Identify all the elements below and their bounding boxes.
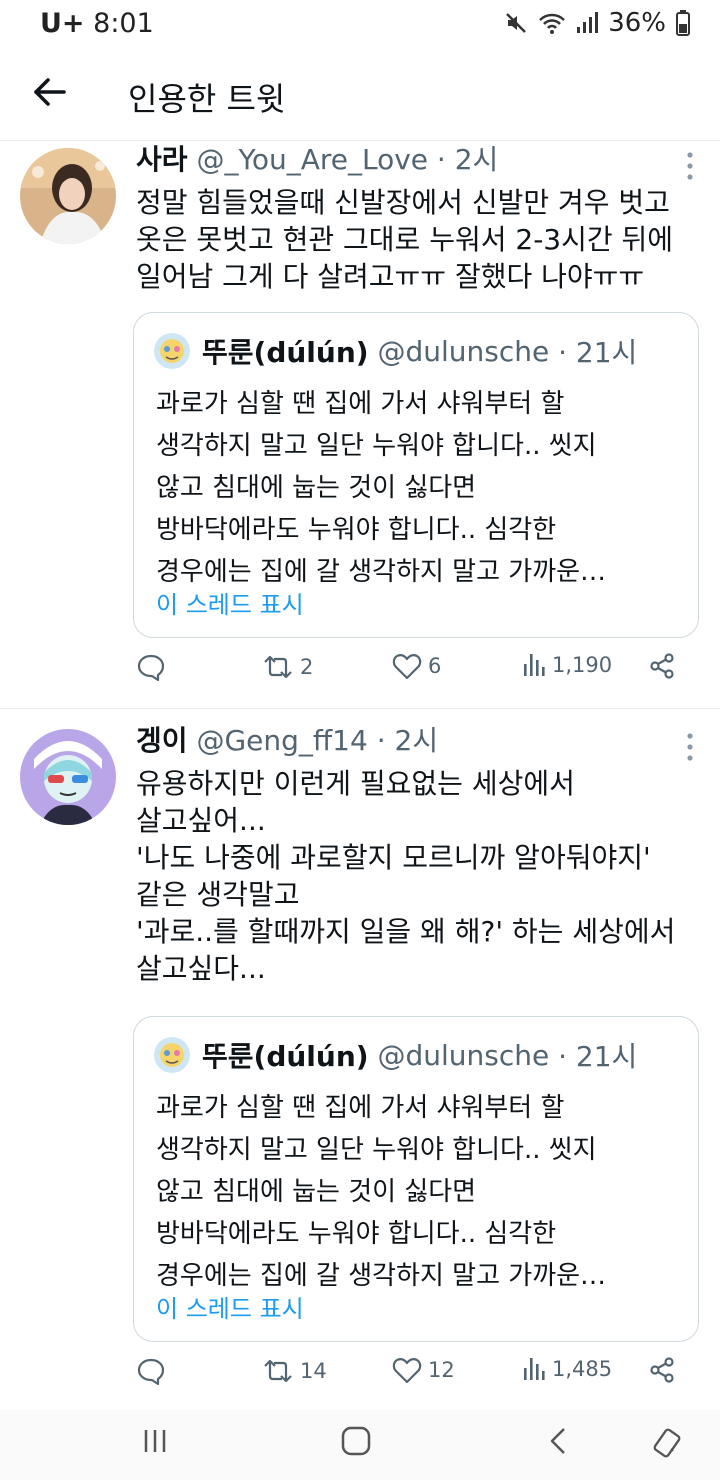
quoted-text-line: 방바닥에라도 누워야 합니다.. 심각한 (156, 1219, 557, 1249)
system-nav-bar (0, 1410, 720, 1480)
like-count: 12 (428, 1358, 455, 1382)
quoted-text-line: 방바닥에라도 누워야 합니다.. 심각한 (156, 515, 557, 545)
retweet-button[interactable]: 2 (262, 652, 313, 682)
views-icon (524, 1358, 545, 1380)
heart-icon (392, 654, 422, 680)
tweet-actions: 2 6 1,190 (0, 652, 720, 692)
tweet-body: 사라 @_You_Are_Love · 2시 정말 힘들었을때 신발장에서 신발… (136, 142, 700, 295)
battery-icon (676, 10, 690, 36)
tweet-text-line: 살고싶다... (136, 952, 266, 985)
retweet-icon (264, 1359, 292, 1383)
like-button[interactable]: 6 (392, 652, 441, 680)
quoted-tweet-card[interactable]: 뚜룬(dúlún) @dulunsche · 21시 과로가 심할 땐 집에 가… (133, 312, 699, 638)
quoted-tweet-header: 뚜룬(dúlún) @dulunsche · 21시 (154, 331, 637, 371)
display-name[interactable]: 겡이 (136, 724, 188, 757)
quoted-handle: @dulunsche (377, 1038, 550, 1072)
quoted-text-line: 않고 침대에 눕는 것이 싫다면 (156, 473, 477, 503)
quoted-handle: @dulunsche (377, 334, 550, 368)
back-arrow-icon[interactable] (30, 72, 70, 112)
share-icon (650, 653, 674, 679)
tweet-text-line: '과로..를 할때까지 일을 왜 해?' 하는 세상에서 (136, 915, 676, 948)
status-left: U+ 8:01 (40, 8, 154, 39)
status-right: 36% (504, 8, 690, 38)
quoted-avatar (154, 1037, 190, 1073)
share-button[interactable] (648, 652, 676, 680)
battery-percent: 36% (608, 8, 666, 38)
tweet-text-line: '나도 나중에 과로할지 모르니까 알아둬야지' (136, 841, 651, 874)
more-options-icon[interactable] (684, 731, 696, 763)
tweet-body: 겡이 @Geng_ff14 · 2시 유용하지만 이런게 필요없는 세상에서 살… (136, 723, 700, 987)
share-icon (650, 1357, 674, 1383)
avatar[interactable] (20, 729, 116, 825)
like-count: 6 (428, 654, 442, 678)
retweet-count: 2 (300, 655, 314, 679)
page-title: 인용한 트윗 (128, 80, 286, 118)
tweet-text: 정말 힘들었을때 신발장에서 신발만 겨우 벗고 옷은 못벗고 현관 그대로 누… (136, 184, 700, 295)
quoted-timestamp: · 21시 (558, 336, 638, 369)
views-button[interactable]: 1,190 (522, 652, 612, 678)
quoted-text-line: 생각하지 말고 일단 누워야 합니다.. 씻지 (156, 1135, 597, 1165)
views-button[interactable]: 1,485 (522, 1356, 612, 1382)
tweet[interactable]: 겡이 @Geng_ff14 · 2시 유용하지만 이런게 필요없는 세상에서 살… (0, 709, 720, 1409)
signal-icon (577, 12, 599, 33)
tweet-text-line: 같은 생각말고 (136, 878, 300, 911)
tweet-actions: 14 12 1,485 (0, 1356, 720, 1396)
like-button[interactable]: 12 (392, 1356, 455, 1384)
home-icon[interactable] (340, 1426, 372, 1456)
quoted-display-name: 뚜룬(dúlún) (202, 336, 369, 369)
app-bar: 인용한 트윗 (0, 48, 720, 141)
tweet-text-line: 옷은 못벗고 현관 그대로 누워서 2-3시간 뒤에 (136, 223, 674, 256)
views-count: 1,190 (552, 653, 613, 677)
reply-icon (137, 654, 165, 682)
quoted-tweet-header: 뚜룬(dúlún) @dulunsche · 21시 (154, 1035, 637, 1075)
timestamp[interactable]: · 2시 (377, 724, 438, 757)
retweet-button[interactable]: 14 (262, 1356, 327, 1386)
tweet-text-line: 유용하지만 이런게 필요없는 세상에서 (136, 767, 575, 800)
tweet-header: 사라 @_You_Are_Love · 2시 (136, 142, 700, 178)
display-name[interactable]: 사라 (136, 143, 188, 176)
recent-apps-icon[interactable] (140, 1426, 170, 1456)
quoted-display-name: 뚜룬(dúlún) (202, 1040, 369, 1073)
quoted-text-line: 과로가 심할 땐 집에 가서 샤워부터 할 (156, 1093, 565, 1123)
quoted-timestamp: · 21시 (558, 1040, 638, 1073)
avatar[interactable] (20, 148, 116, 244)
tweet-text-line: 정말 힘들었을때 신발장에서 신발만 겨우 벗고 (136, 186, 670, 219)
quoted-text-line: 과로가 심할 땐 집에 가서 샤워부터 할 (156, 389, 565, 419)
wifi-icon (539, 13, 566, 34)
more-options-icon[interactable] (684, 150, 696, 182)
tweet-header: 겡이 @Geng_ff14 · 2시 (136, 723, 700, 759)
quoted-text: 과로가 심할 땐 집에 가서 샤워부터 할 생각하지 말고 일단 누워야 합니다… (156, 383, 606, 593)
views-icon (524, 654, 545, 676)
reply-button[interactable] (136, 652, 172, 682)
carrier-label: U+ (40, 8, 85, 39)
reply-button[interactable] (136, 1356, 172, 1386)
tweet-text-line: 일어남 그게 다 살려고ㅠㅠ 잘했다 나야ㅠㅠ (136, 260, 645, 293)
tweet-text-line: 살고싶어... (136, 804, 266, 837)
retweet-icon (264, 655, 292, 679)
quoted-text: 과로가 심할 땐 집에 가서 샤워부터 할 생각하지 말고 일단 누워야 합니다… (156, 1087, 606, 1297)
share-button[interactable] (648, 1356, 676, 1384)
tweet-text: 유용하지만 이런게 필요없는 세상에서 살고싶어... '나도 나중에 과로할지… (136, 765, 700, 987)
quoted-text-line: 않고 침대에 눕는 것이 싫다면 (156, 1177, 477, 1207)
show-thread-link[interactable]: 이 스레드 표시 (156, 585, 304, 620)
show-thread-link[interactable]: 이 스레드 표시 (156, 1289, 304, 1324)
clock: 8:01 (93, 8, 154, 39)
timestamp[interactable]: · 2시 (437, 143, 498, 176)
user-handle[interactable]: @Geng_ff14 (196, 724, 367, 757)
heart-icon (392, 1358, 422, 1384)
quoted-tweet-card[interactable]: 뚜룬(dúlún) @dulunsche · 21시 과로가 심할 땐 집에 가… (133, 1016, 699, 1342)
retweet-count: 14 (300, 1359, 327, 1383)
user-handle[interactable]: @_You_Are_Love (196, 143, 428, 176)
reply-icon (137, 1358, 165, 1386)
tweet[interactable]: 사라 @_You_Are_Love · 2시 정말 힘들었을때 신발장에서 신발… (0, 140, 720, 708)
rotate-icon[interactable] (650, 1426, 686, 1460)
status-bar: U+ 8:01 36% (0, 0, 720, 48)
views-count: 1,485 (552, 1357, 613, 1381)
back-icon[interactable] (546, 1426, 572, 1456)
quoted-avatar (154, 333, 190, 369)
mute-icon (506, 13, 527, 33)
quoted-text-line: 생각하지 말고 일단 누워야 합니다.. 씻지 (156, 431, 597, 461)
